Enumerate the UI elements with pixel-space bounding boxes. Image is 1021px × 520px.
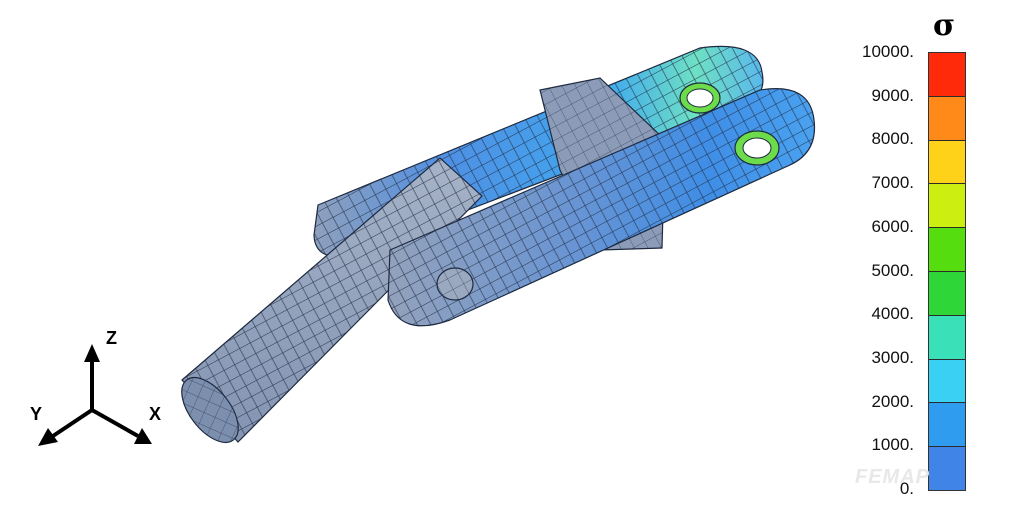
legend-label: 1000. [871, 435, 914, 455]
axis-triad [38, 344, 152, 446]
legend-segment [929, 271, 965, 316]
legend-label: 8000. [871, 129, 914, 149]
axis-x-label: X [149, 404, 162, 424]
legend-label: 4000. [871, 304, 914, 324]
legend-label: 9000. [871, 85, 914, 105]
axis-z-label: Z [106, 328, 117, 348]
legend-label: 10000. [862, 42, 914, 61]
bolt-head [436, 267, 474, 301]
legend-segment [929, 96, 965, 141]
legend-segment [929, 447, 965, 490]
legend-segment [929, 184, 965, 229]
legend-segment [929, 315, 965, 360]
legend-labels: 10000. 9000. 8000. 7000. 6000. 5000. 4000. 3000… [838, 40, 914, 500]
axis-y-label: Y [30, 404, 43, 424]
legend-segment [929, 140, 965, 185]
legend-label: 7000. [871, 173, 914, 193]
hole-upper [679, 82, 721, 114]
legend-label: 5000. [871, 260, 914, 280]
legend-label: 2000. [871, 391, 914, 411]
legend-label: 3000. [871, 347, 914, 367]
legend-title: σ [933, 8, 956, 43]
legend-segment [929, 228, 965, 272]
hole-lower [734, 130, 780, 166]
legend-label: 6000. [871, 216, 914, 236]
legend-segment [929, 53, 965, 97]
legend-color-bar [928, 52, 966, 491]
watermark: FEMAP [855, 466, 930, 488]
legend-segment [929, 359, 965, 404]
legend-segment [929, 403, 965, 448]
